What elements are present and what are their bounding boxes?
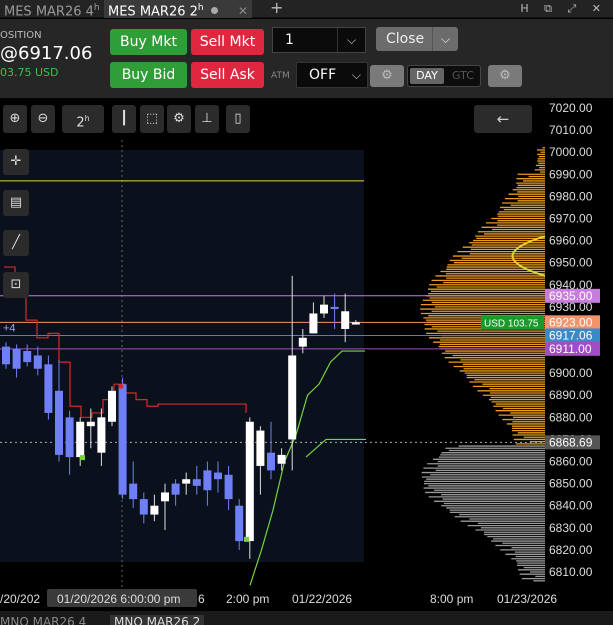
candle-body bbox=[267, 452, 275, 471]
candle-body bbox=[65, 417, 74, 458]
y-axis-tick-label: 7010.00 bbox=[549, 123, 593, 137]
y-axis-tick-label: 7000.00 bbox=[549, 145, 593, 159]
price-marker-label: 6923.00 bbox=[549, 315, 593, 329]
position-qty-label: +4 bbox=[3, 323, 16, 335]
y-axis-tick-label: 6990.00 bbox=[549, 167, 593, 181]
candle-body bbox=[139, 499, 148, 515]
y-axis-tick-label: 6900.00 bbox=[549, 366, 593, 380]
signal-marker bbox=[80, 455, 85, 461]
lock-icon[interactable]: ⊡ bbox=[3, 272, 29, 298]
candle-body bbox=[245, 421, 254, 542]
x-axis-tick-label: 2:00 pm bbox=[226, 592, 269, 606]
price-marker-label: 6911.00 bbox=[549, 342, 592, 356]
x-axis-tick-label: /20/202 bbox=[0, 592, 40, 606]
candle-body bbox=[192, 479, 201, 486]
x-axis-tick-label: 01/22/2026 bbox=[292, 592, 352, 606]
candle-body bbox=[108, 390, 116, 422]
price-marker-label: 6935.00 bbox=[549, 289, 593, 303]
y-axis-tick-label: 6970.00 bbox=[549, 211, 593, 225]
y-axis-tick-label: 6980.00 bbox=[549, 189, 593, 203]
candle-body bbox=[277, 454, 286, 464]
y-axis-tick-label: 6860.00 bbox=[549, 455, 593, 469]
candle-body bbox=[44, 364, 53, 413]
candle-body bbox=[203, 470, 212, 491]
y-axis-tick-label: 6850.00 bbox=[549, 477, 593, 491]
y-axis-tick-label: 6840.00 bbox=[549, 499, 593, 513]
candle-body bbox=[86, 421, 95, 427]
interval-button[interactable]: 2h bbox=[62, 105, 104, 133]
x-axis-tick-label: 01/20/2026 6:00:00 pm bbox=[57, 592, 180, 606]
candle-body bbox=[171, 483, 180, 495]
candle-body bbox=[129, 483, 138, 500]
back-arrow-button[interactable]: ← bbox=[474, 105, 532, 133]
y-axis-tick-label: 6810.00 bbox=[549, 565, 593, 579]
y-axis-tick-label: 6960.00 bbox=[549, 234, 593, 248]
signal-marker bbox=[244, 536, 249, 542]
templates-icon[interactable]: ▯ bbox=[226, 105, 250, 133]
plot-background bbox=[0, 150, 364, 562]
bottom-tab-mnq-2h[interactable]: MNQ MAR26 2 bbox=[110, 615, 205, 625]
interval-sup: h bbox=[84, 114, 90, 123]
candle-body bbox=[118, 384, 127, 495]
y-axis-tick-label: 6890.00 bbox=[549, 388, 593, 402]
candle-body bbox=[351, 322, 360, 325]
y-axis-tick-label: 6950.00 bbox=[549, 256, 593, 270]
bottom-tab-bar: MNO MAR26 4 MNQ MAR26 2 bbox=[0, 611, 613, 625]
position-badge-label: USD 103.75 bbox=[484, 318, 539, 329]
candle-body bbox=[23, 351, 32, 363]
price-chart: 7020.00 7010.00 7000.00 6990.00 6980.00 6970.… bbox=[0, 101, 600, 607]
x-axis-tick-label: 6 bbox=[198, 592, 205, 606]
notes-icon[interactable]: ▤ bbox=[3, 190, 29, 216]
price-marker-label: 6917.06 bbox=[549, 328, 593, 342]
candle-body bbox=[97, 417, 106, 453]
candle-body bbox=[214, 472, 222, 480]
candlestick-icon[interactable]: ┃ bbox=[112, 105, 136, 133]
candle-body bbox=[182, 479, 191, 484]
bottom-tab-mnq-4h[interactable]: MNO MAR26 4 bbox=[0, 615, 86, 625]
price-marker-label: 6868.69 bbox=[549, 435, 593, 449]
x-axis-tick-label: 8:00 pm bbox=[430, 592, 473, 606]
x-axis-tick-label: 01/23/2026 bbox=[497, 592, 557, 606]
candle-body bbox=[161, 492, 169, 502]
interval-value: 2 bbox=[76, 115, 85, 131]
candle-body bbox=[309, 313, 318, 334]
candle-body bbox=[55, 390, 63, 455]
draw-line-icon[interactable]: ╱ bbox=[3, 230, 29, 256]
candle-body bbox=[256, 430, 265, 466]
candle-body bbox=[298, 337, 307, 347]
indicators-icon[interactable]: ⊥ bbox=[195, 105, 219, 133]
candle-body bbox=[330, 306, 339, 310]
zoom-in-icon[interactable]: ⊕ bbox=[3, 105, 27, 133]
y-axis-tick-label: 6820.00 bbox=[549, 543, 593, 557]
candle-body bbox=[33, 355, 42, 369]
candle-body bbox=[12, 348, 21, 369]
signal-marker bbox=[118, 383, 124, 389]
candle-body bbox=[341, 311, 350, 329]
candle-body bbox=[150, 505, 159, 515]
candle-body bbox=[235, 505, 244, 542]
candle-body bbox=[224, 474, 233, 500]
zoom-out-icon[interactable]: ⊖ bbox=[31, 105, 55, 133]
candle-body bbox=[288, 355, 297, 440]
y-axis-tick-label: 7020.00 bbox=[549, 101, 593, 115]
y-axis-tick-label: 6880.00 bbox=[549, 410, 593, 424]
crosshair-icon[interactable]: ✛ bbox=[3, 149, 29, 175]
y-axis-tick-label: 6830.00 bbox=[549, 521, 593, 535]
candle-body bbox=[320, 304, 328, 314]
settings-icon[interactable]: ⚙ bbox=[167, 105, 191, 133]
candle-body bbox=[76, 421, 85, 458]
select-region-icon[interactable]: ⬚ bbox=[140, 105, 164, 133]
candle-body bbox=[2, 346, 10, 365]
